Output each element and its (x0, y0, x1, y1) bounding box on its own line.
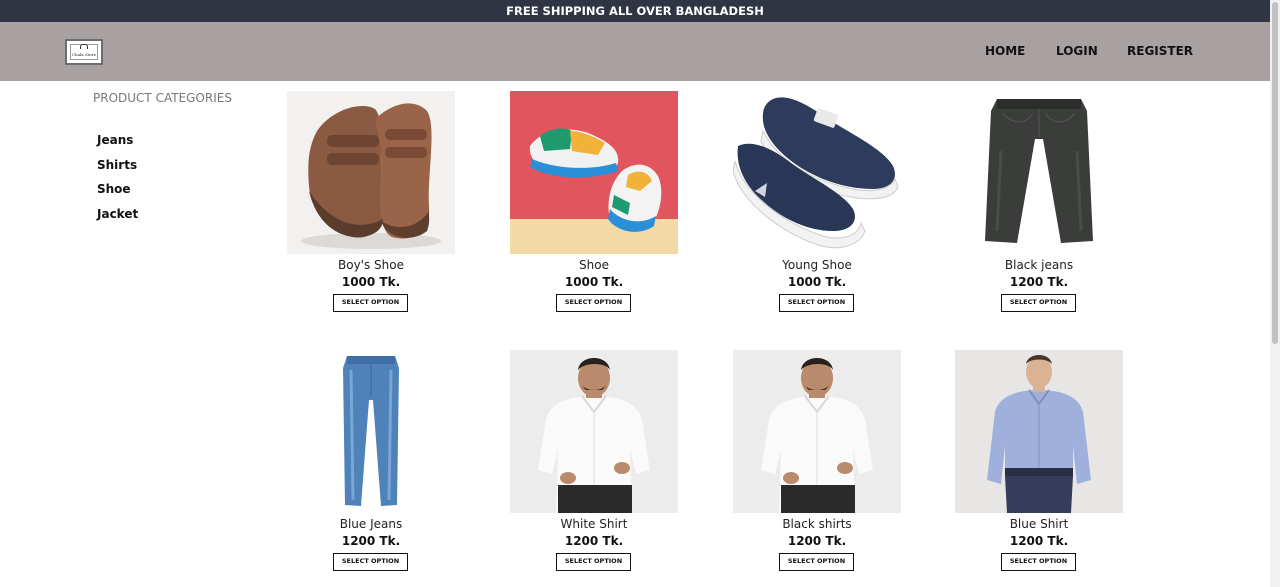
select-option-button[interactable]: SELECT OPTION (333, 553, 408, 571)
product-image[interactable] (733, 91, 901, 254)
product-image[interactable] (955, 350, 1123, 513)
page-scrollbar[interactable] (1270, 0, 1280, 587)
select-option-button[interactable]: SELECT OPTION (556, 294, 631, 312)
product-name[interactable]: Blue Shirt (955, 517, 1123, 531)
category-shirts-link[interactable]: Shirts (97, 158, 137, 172)
store-logo[interactable]: Chala Store (65, 39, 103, 65)
category-shoe-link[interactable]: Shoe (97, 182, 131, 196)
product-name[interactable]: Black jeans (955, 258, 1123, 272)
product-price: 1000 Tk. (787, 275, 847, 289)
category-jacket-link[interactable]: Jacket (97, 207, 138, 221)
nav-home-link[interactable]: HOME (985, 22, 1025, 81)
product-price: 1200 Tk. (1009, 275, 1069, 289)
select-option-button[interactable]: SELECT OPTION (556, 553, 631, 571)
nav-register-link[interactable]: REGISTER (1127, 22, 1193, 81)
select-option-button[interactable]: SELECT OPTION (1001, 294, 1076, 312)
nav-login-link[interactable]: LOGIN (1056, 22, 1098, 81)
category-jeans-link[interactable]: Jeans (97, 133, 133, 147)
product-name[interactable]: Boy's Shoe (287, 258, 455, 272)
sidebar-title: PRODUCT CATEGORIES (93, 91, 232, 105)
site-header: Chala Store HOME LOGIN REGISTER (0, 22, 1270, 81)
product-image[interactable] (510, 91, 678, 254)
logo-mark-icon (80, 44, 88, 49)
product-price: 1200 Tk. (787, 534, 847, 548)
product-image[interactable] (733, 350, 901, 513)
product-image[interactable] (510, 350, 678, 513)
product-image[interactable] (955, 91, 1123, 254)
product-price: 1000 Tk. (341, 275, 401, 289)
scrollbar-thumb[interactable] (1272, 2, 1278, 344)
select-option-button[interactable]: SELECT OPTION (779, 294, 854, 312)
select-option-button[interactable]: SELECT OPTION (1001, 553, 1076, 571)
product-price: 1200 Tk. (564, 534, 624, 548)
product-price: 1200 Tk. (341, 534, 401, 548)
logo-text: Chala Store (72, 52, 96, 57)
select-option-button[interactable]: SELECT OPTION (779, 553, 854, 571)
product-name[interactable]: Black shirts (733, 517, 901, 531)
product-name[interactable]: Shoe (510, 258, 678, 272)
product-price: 1200 Tk. (1009, 534, 1069, 548)
product-name[interactable]: Young Shoe (733, 258, 901, 272)
shipping-banner: FREE SHIPPING ALL OVER BANGLADESH (0, 0, 1270, 22)
product-image[interactable] (287, 350, 455, 513)
product-name[interactable]: Blue Jeans (287, 517, 455, 531)
product-price: 1000 Tk. (564, 275, 624, 289)
select-option-button[interactable]: SELECT OPTION (333, 294, 408, 312)
product-image[interactable] (287, 91, 455, 254)
product-name[interactable]: White Shirt (510, 517, 678, 531)
